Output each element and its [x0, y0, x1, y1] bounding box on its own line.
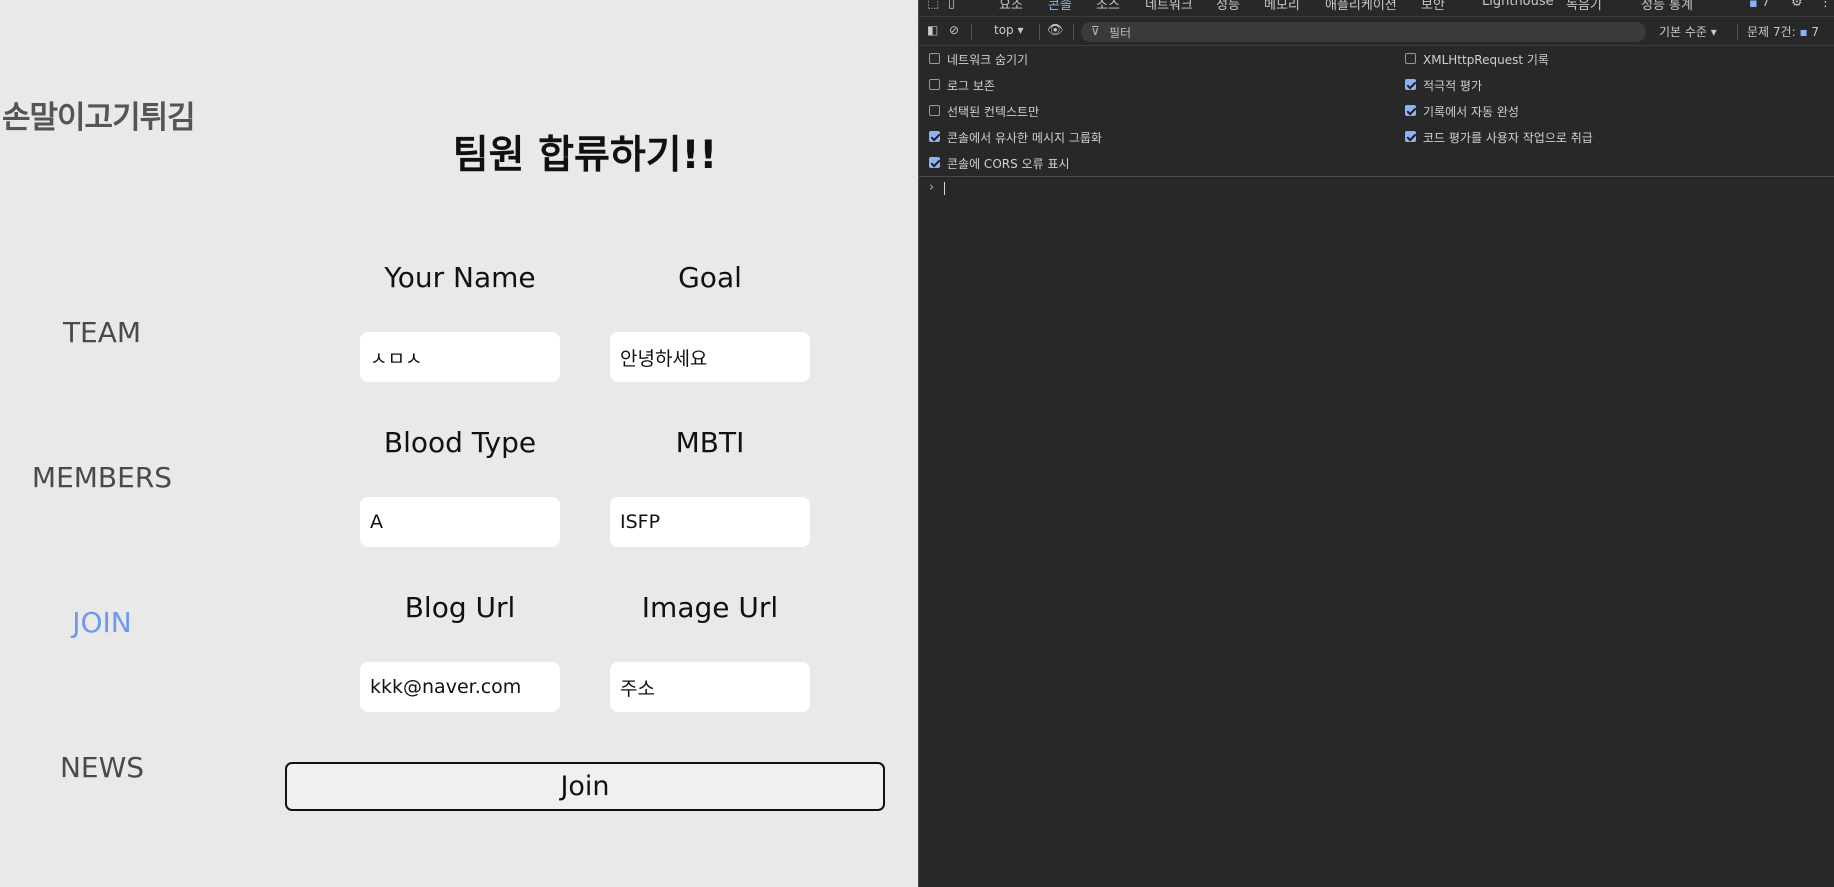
eager-eval-label: 적극적 평가: [1423, 79, 1483, 93]
mbti-label: MBTI: [675, 426, 745, 459]
page-title: 팀원 합류하기!!: [452, 133, 718, 178]
eager-eval-checkbox[interactable]: [1405, 79, 1416, 90]
devtools-panel: ⬚ ▯ 요소 콘솔 소스 네트워크 성능 메모리 애플리케이션 보안 Light…: [918, 0, 1834, 887]
name-label: Your Name: [384, 261, 536, 294]
image-url-input[interactable]: [610, 662, 810, 712]
context-label: top: [994, 23, 1014, 37]
tab-lighthouse[interactable]: Lighthouse: [1482, 0, 1554, 9]
user-activation-label: 코드 평가를 사용자 작업으로 취급: [1423, 131, 1593, 145]
tab-performance-insights[interactable]: 성능 통계: [1641, 0, 1693, 13]
tab-console[interactable]: 콘솔: [1048, 0, 1072, 16]
clear-console-icon[interactable]: ⊘: [949, 23, 959, 37]
blog-url-label: Blog Url: [404, 591, 516, 624]
issues-button[interactable]: 문제 7건: ▪ 7: [1747, 23, 1819, 40]
options-divider: [919, 176, 1834, 177]
sidebar-toggle-icon[interactable]: ◧: [927, 23, 938, 37]
show-cors-checkbox[interactable]: [929, 157, 940, 168]
more-vertical-icon[interactable]: ⋮: [1819, 0, 1832, 10]
hide-network-checkbox[interactable]: [929, 53, 940, 64]
tab-sources[interactable]: 소스: [1096, 0, 1120, 13]
filter-placeholder: 필터: [1109, 26, 1132, 40]
console-toolbar: ◧ ⊘ top ▾ 👁 ⊽ 필터 기본 수준 ▾ 문제 7건: ▪ 7: [919, 18, 1834, 46]
goal-label: Goal: [678, 261, 742, 294]
log-xhr-checkbox[interactable]: [1405, 53, 1416, 64]
gear-icon[interactable]: ⚙: [1791, 0, 1803, 10]
autocomplete-checkbox[interactable]: [1405, 105, 1416, 116]
log-level-label: 기본 수준: [1659, 25, 1707, 39]
issues-badge-count[interactable]: 7: [1762, 0, 1770, 9]
tab-application[interactable]: 애플리케이션: [1325, 0, 1397, 13]
nav-item-join[interactable]: JOIN: [0, 606, 204, 639]
hide-network-label: 네트워크 숨기기: [947, 53, 1029, 67]
selected-context-label: 선택된 컨텍스트만: [947, 105, 1040, 119]
name-input[interactable]: [360, 332, 560, 382]
issues-label: 문제 7건:: [1747, 25, 1796, 39]
goal-input[interactable]: [610, 332, 810, 382]
selected-context-checkbox[interactable]: [929, 105, 940, 116]
site-brand[interactable]: 손말이고기튀김: [2, 92, 196, 137]
nav-item-team[interactable]: TEAM: [0, 316, 204, 349]
tab-network[interactable]: 네트워크: [1145, 0, 1193, 13]
tab-performance[interactable]: 성능: [1216, 0, 1240, 13]
web-page: 손말이고기튀김 TEAM MEMBERS JOIN NEWS 팀원 합류하기!!…: [0, 0, 918, 887]
cursor-select-icon[interactable]: ⬚: [927, 0, 939, 11]
image-url-label: Image Url: [641, 591, 779, 624]
tab-security[interactable]: 보안: [1421, 0, 1445, 13]
group-similar-checkbox[interactable]: [929, 131, 940, 142]
issues-count: 7: [1811, 25, 1820, 39]
nav-item-news[interactable]: NEWS: [0, 751, 204, 784]
filter-icon: ⊽: [1091, 24, 1100, 38]
user-activation-checkbox[interactable]: [1405, 131, 1416, 142]
blog-url-input[interactable]: [360, 662, 560, 712]
log-xhr-label: XMLHttpRequest 기록: [1423, 53, 1549, 67]
device-toggle-icon[interactable]: ▯: [948, 0, 955, 11]
blood-type-input[interactable]: [360, 497, 560, 547]
join-button[interactable]: Join: [285, 762, 885, 811]
context-selector[interactable]: top ▾: [994, 23, 1024, 37]
blood-type-label: Blood Type: [383, 426, 537, 459]
tab-recorder[interactable]: 녹음기: [1566, 0, 1602, 13]
issues-chat-icon: ▪: [1799, 25, 1808, 39]
live-expression-icon[interactable]: 👁: [1047, 23, 1064, 38]
show-cors-label: 콘솔에 CORS 오류 표시: [947, 157, 1070, 171]
mbti-input[interactable]: [610, 497, 810, 547]
nav-item-members[interactable]: MEMBERS: [0, 461, 204, 494]
group-similar-label: 콘솔에서 유사한 메시지 그룹화: [947, 131, 1102, 145]
filter-input[interactable]: ⊽ 필터: [1081, 22, 1646, 42]
autocomplete-label: 기록에서 자동 완성: [1423, 105, 1519, 119]
issues-chat-icon[interactable]: ▪: [1749, 0, 1758, 11]
devtools-tab-bar: ⬚ ▯ 요소 콘솔 소스 네트워크 성능 메모리 애플리케이션 보안 Light…: [919, 0, 1834, 17]
console-input[interactable]: [944, 182, 945, 195]
preserve-log-label: 로그 보존: [947, 79, 995, 93]
tab-elements[interactable]: 요소: [999, 0, 1023, 13]
tab-memory[interactable]: 메모리: [1264, 0, 1300, 13]
console-prompt-icon: ›: [929, 180, 935, 195]
log-level-dropdown[interactable]: 기본 수준 ▾: [1659, 23, 1717, 40]
preserve-log-checkbox[interactable]: [929, 79, 940, 90]
